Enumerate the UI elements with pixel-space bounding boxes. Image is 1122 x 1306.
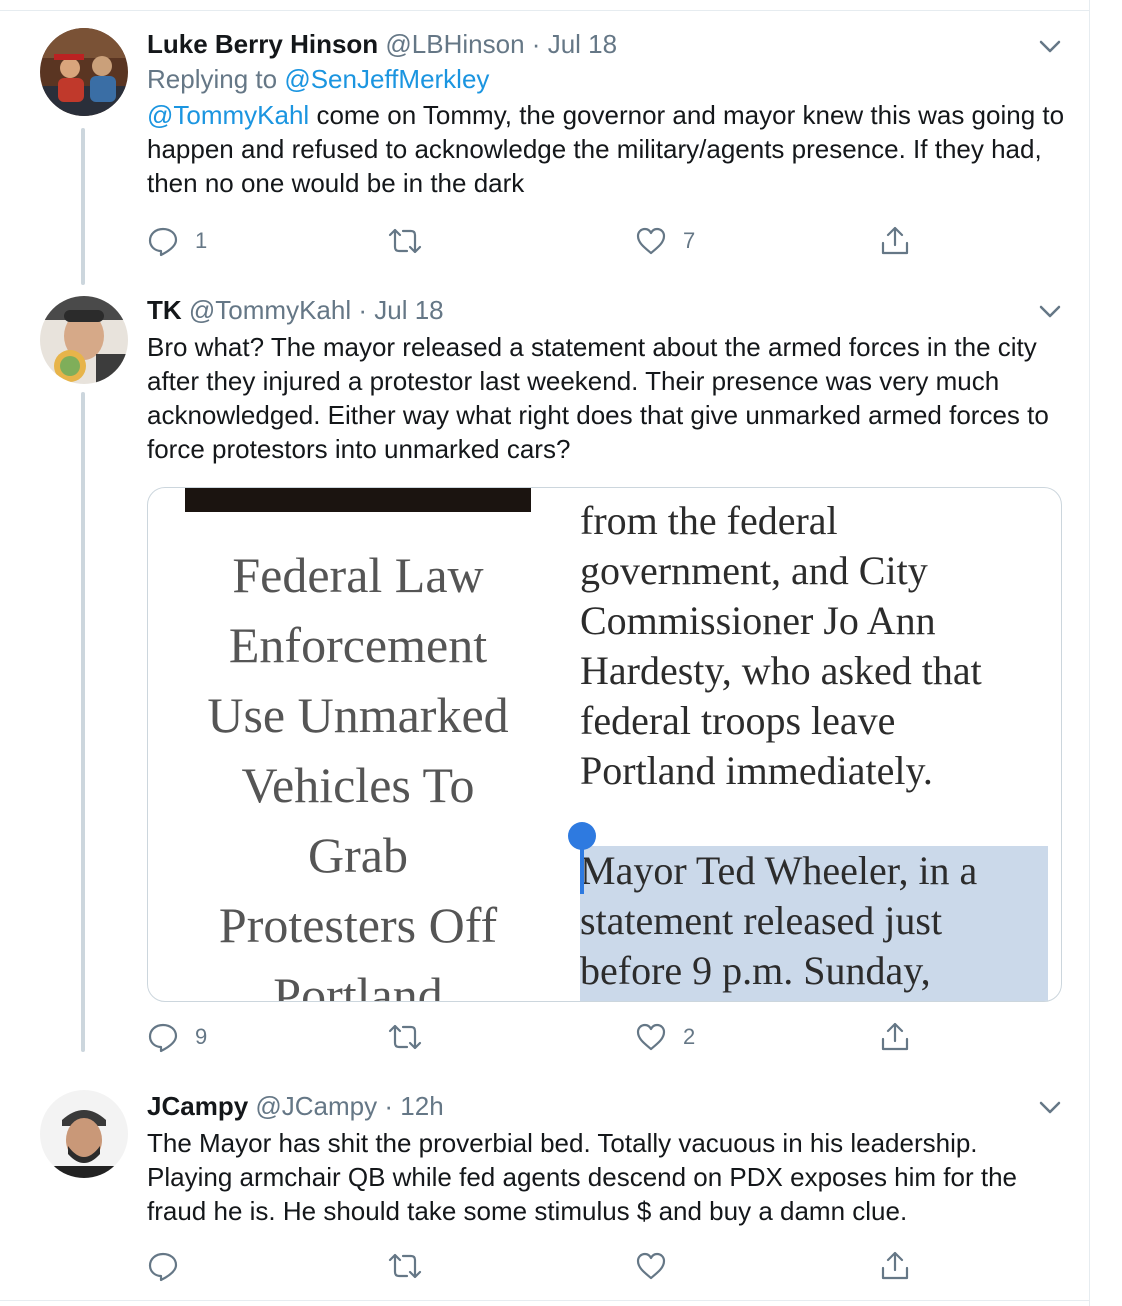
reply-icon — [148, 1252, 178, 1282]
like-count: 2 — [683, 1024, 696, 1049]
mention-link[interactable]: @TommyKahl — [147, 100, 309, 130]
article-line: before 9 p.m. Sunday, — [580, 948, 931, 993]
more-options-button[interactable] — [1036, 36, 1064, 56]
replying-to: Replying to @SenJeffMerkley — [147, 60, 1067, 98]
tweet-actions: 1 7 — [147, 223, 927, 259]
retweet-button[interactable] — [387, 1019, 439, 1055]
username[interactable]: @LBHinson — [385, 29, 524, 59]
selection-handle — [568, 822, 596, 850]
article-selected-text: Mayor Ted Wheeler, in a statement releas… — [580, 846, 1050, 996]
share-button[interactable] — [879, 223, 911, 259]
tweet-text: The Mayor has shit the proverbial bed. T… — [147, 1128, 1018, 1226]
tweet[interactable]: TK @TommyKahl · Jul 18 Bro what? The may… — [147, 294, 1067, 466]
timeline-top-border — [0, 0, 1090, 11]
headline-line: Enforcement — [228, 617, 488, 673]
retweet-button[interactable] — [387, 1248, 439, 1284]
article-line: Hardesty, who asked that — [580, 648, 982, 693]
share-icon — [881, 226, 909, 255]
reply-button[interactable]: 9 — [147, 1019, 207, 1055]
avatar[interactable] — [40, 296, 128, 384]
username[interactable]: @TommyKahl — [189, 295, 351, 325]
tweet-header: TK @TommyKahl · Jul 18 — [147, 294, 1067, 326]
like-icon — [636, 1252, 666, 1280]
timestamp[interactable]: Jul 18 — [548, 29, 617, 59]
timeline-bottom-border — [0, 1300, 1090, 1301]
retweet-icon — [388, 228, 422, 254]
article-headline: Federal Law Enforcement Use Unmarked Veh… — [168, 540, 548, 1002]
reply-button[interactable]: 1 — [147, 223, 207, 259]
tweet-header: Luke Berry Hinson @LBHinson · Jul 18 — [147, 28, 1067, 60]
article-line: statement released just — [580, 898, 943, 943]
retweet-icon — [388, 1024, 422, 1050]
timeline-right-border — [1089, 0, 1090, 1306]
thread-connector-line — [81, 392, 85, 1052]
display-name[interactable]: JCampy — [147, 1091, 248, 1121]
article-body: from the federal government, and City Co… — [580, 496, 1050, 796]
article-photo-fragment — [185, 488, 531, 512]
display-name[interactable]: Luke Berry Hinson — [147, 29, 378, 59]
separator-dot: · — [384, 1091, 394, 1121]
retweet-button[interactable] — [387, 223, 439, 259]
avatar[interactable] — [40, 28, 128, 116]
article-line: from the federal — [580, 498, 838, 543]
like-button[interactable]: 2 — [635, 1019, 695, 1055]
headline-line: Federal Law — [232, 547, 484, 603]
chevron-down-icon — [1039, 305, 1061, 318]
username[interactable]: @JCampy — [255, 1091, 377, 1121]
timestamp[interactable]: 12h — [400, 1091, 443, 1121]
reply-icon — [148, 1023, 178, 1053]
headline-line: Protesters Off — [218, 897, 498, 953]
like-button[interactable] — [635, 1248, 683, 1284]
article-line: government, and City — [580, 548, 928, 593]
separator-dot: · — [358, 295, 368, 325]
like-button[interactable]: 7 — [635, 223, 695, 259]
timestamp[interactable]: Jul 18 — [374, 295, 443, 325]
share-button[interactable] — [879, 1019, 911, 1055]
tweet-actions — [147, 1248, 927, 1284]
like-icon — [636, 227, 666, 255]
article-line: Commissioner Jo Ann — [580, 598, 936, 643]
tweet[interactable]: Luke Berry Hinson @LBHinson · Jul 18 Rep… — [147, 28, 1067, 200]
headline-line: Grab — [308, 827, 408, 883]
reply-icon — [148, 227, 178, 257]
selection-cursor — [580, 846, 584, 894]
reply-button[interactable] — [147, 1248, 195, 1284]
more-options-button[interactable] — [1036, 301, 1064, 321]
share-icon — [881, 1251, 909, 1280]
headline-line: Use Unmarked — [207, 687, 509, 743]
replying-to-label: Replying to — [147, 64, 278, 94]
share-button[interactable] — [879, 1248, 911, 1284]
like-count: 7 — [683, 228, 696, 253]
headline-line: Vehicles To — [241, 757, 475, 813]
tweet-actions: 9 2 — [147, 1019, 927, 1055]
display-name[interactable]: TK — [147, 295, 182, 325]
chevron-down-icon — [1039, 1101, 1061, 1114]
like-icon — [636, 1023, 666, 1051]
thread-connector-line — [81, 128, 85, 285]
article-line: Portland immediately. — [580, 748, 933, 793]
tweet[interactable]: JCampy @JCampy · 12h The Mayor has shit … — [147, 1090, 1067, 1228]
tweet-text: Bro what? The mayor released a statement… — [147, 332, 1049, 464]
article-line: Mayor Ted Wheeler, in a — [580, 848, 978, 893]
tweet-media-image[interactable]: Federal Law Enforcement Use Unmarked Veh… — [147, 487, 1062, 1002]
separator-dot: · — [531, 29, 541, 59]
reply-count: 1 — [195, 228, 208, 253]
more-options-button[interactable] — [1036, 1097, 1064, 1117]
headline-line: Portland — [273, 967, 443, 1002]
tweet-text: @TommyKahl come on Tommy, the governor a… — [147, 98, 1067, 200]
replying-to-link[interactable]: @SenJeffMerkley — [284, 64, 489, 94]
chevron-down-icon — [1039, 40, 1061, 53]
tweet-header: JCampy @JCampy · 12h — [147, 1090, 1067, 1122]
reply-count: 9 — [195, 1024, 208, 1049]
avatar[interactable] — [40, 1090, 128, 1178]
article-line: federal troops leave — [580, 698, 896, 743]
share-icon — [881, 1022, 909, 1051]
retweet-icon — [388, 1253, 422, 1279]
